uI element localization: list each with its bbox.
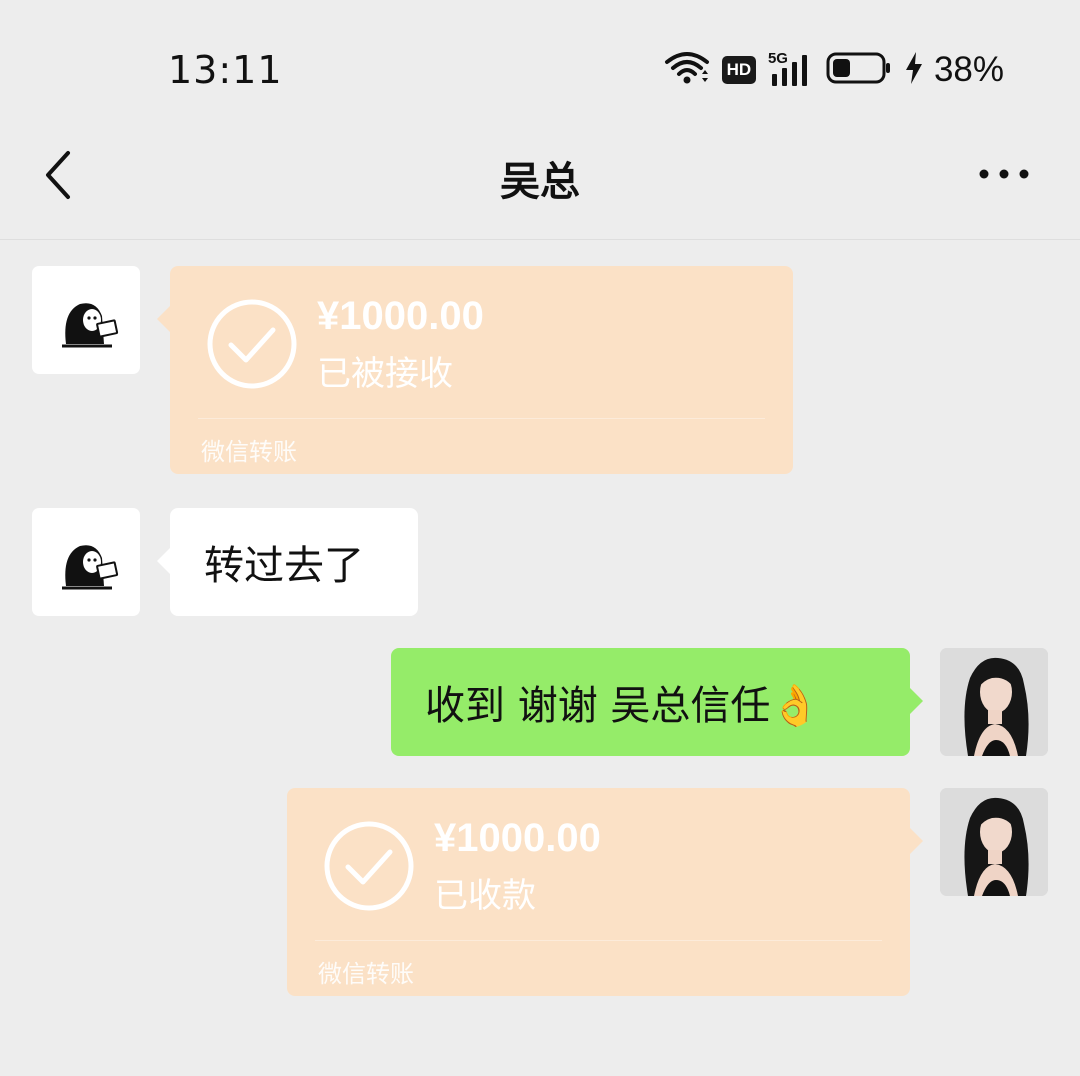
- more-horizontal-icon: [979, 169, 1029, 179]
- more-button[interactable]: [976, 159, 1032, 189]
- divider: [315, 940, 882, 941]
- check-circle-icon: [324, 821, 414, 911]
- user-avatar-icon: [940, 788, 1048, 896]
- transfer-amount: ¥1000.00: [317, 294, 484, 338]
- message-bubble[interactable]: 收到 谢谢 吴总信任👌: [391, 648, 923, 756]
- signal-5g-icon: 5G: [768, 50, 814, 88]
- message-row-sent-transfer: ¥1000.00 已收款 微信转账: [0, 788, 1080, 998]
- avatar[interactable]: [940, 788, 1048, 896]
- hd-badge: HD: [721, 56, 756, 84]
- transfer-status: 已被接收: [317, 354, 453, 394]
- chat-title: 吴总: [500, 159, 580, 205]
- transfer-footer: 微信转账: [318, 960, 414, 988]
- transfer-status: 已收款: [434, 876, 536, 916]
- user-avatar-icon: [940, 648, 1048, 756]
- avatar[interactable]: [32, 508, 140, 616]
- status-icons: HD 5G 38%: [664, 50, 1004, 90]
- contact-avatar-icon: [62, 545, 119, 590]
- transfer-amount: ¥1000.00: [434, 816, 601, 860]
- check-circle-icon: [207, 299, 297, 389]
- avatar[interactable]: [940, 648, 1048, 756]
- transfer-card[interactable]: ¥1000.00 已被接收 微信转账: [157, 266, 793, 474]
- transfer-footer: 微信转账: [201, 438, 297, 466]
- status-bar: 13:11 HD 5G 38%: [0, 0, 1080, 135]
- wifi-icon: [664, 50, 710, 90]
- message-row-received-text: 转过去了: [0, 508, 1080, 616]
- status-time: 13:11: [168, 48, 283, 92]
- battery-icon: [826, 51, 892, 89]
- message-row-sent-text: 收到 谢谢 吴总信任👌: [0, 648, 1080, 756]
- message-row-received-transfer: ¥1000.00 已被接收 微信转账: [0, 266, 1080, 476]
- chat-header: 吴总: [0, 135, 1080, 240]
- transfer-card[interactable]: ¥1000.00 已收款 微信转账: [287, 788, 923, 996]
- battery-percent: 38%: [933, 50, 1004, 89]
- divider: [198, 418, 765, 419]
- message-bubble[interactable]: 转过去了: [157, 508, 418, 616]
- avatar[interactable]: [32, 266, 140, 374]
- charging-icon: [904, 51, 924, 89]
- contact-avatar-icon: [62, 303, 119, 348]
